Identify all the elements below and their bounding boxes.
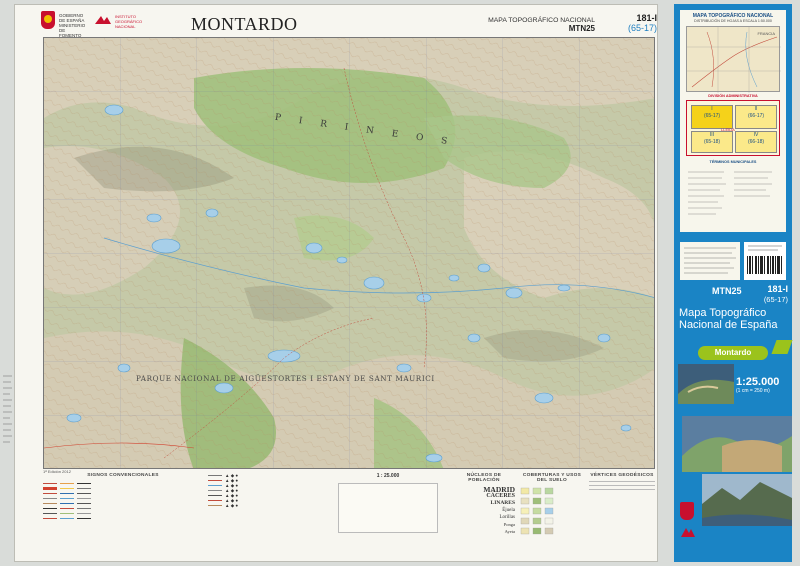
quadrant-III[interactable]: III (65-18) (691, 131, 733, 153)
city-sample: Éjuela (502, 508, 515, 513)
legend-land-cover: COBERTURAS Y USOS DEL SUELO (519, 473, 585, 561)
city-sample: LINARES (490, 500, 515, 506)
city-sample: Lorillas (499, 515, 515, 520)
quadrant-grid: I (65-17) II (66-17) III (65-18) IV (66-18) … (686, 100, 780, 156)
legend-land-cover-title: COBERTURAS Y USOS DEL SUELO (522, 473, 582, 483)
city-sample: MADRID (483, 485, 515, 494)
margin-index-list (2, 372, 14, 462)
admin-title: DIVISIÓN ADMINISTRATIVA (708, 94, 758, 98)
legend-conventional-signs: SIGNOS CONVENCIONALES (43, 473, 203, 561)
legend-geodetic: VÉRTICES GEODÉSICOS (589, 473, 655, 561)
topographic-map[interactable]: PIRINEOS PARQUE NACIONAL DE AIGÜESTORTES… (43, 37, 655, 469)
quadrant-II[interactable]: II (66-17) (735, 105, 777, 129)
publisher-text-lines (684, 247, 736, 274)
sheet-title: MONTARDO (191, 14, 298, 34)
legend-symbols: ▲ ◆ ● ▲ ◆ ● ▲ ◆ ● ▲ ◆ ● ▲ ◆ ● ▲ ◆ ● ▲ ◆ … (208, 473, 323, 561)
park-label: PARQUE NACIONAL DE AIGÜESTORTES I ESTANY… (136, 374, 435, 383)
pill-accent (771, 340, 793, 354)
barcode-lines (747, 245, 782, 274)
municipios-title: TÉRMINOS MUNICIPALES (709, 160, 757, 164)
index-subtitle: DISTRIBUCIÓN DE HOJAS A ESCALA 1:50.000 (694, 19, 772, 23)
cover-scale-sub: (1 cm = 250 m) (736, 388, 770, 394)
quadrant-I[interactable]: I (65-17) (691, 105, 733, 129)
legend-scale-block: 1 : 25.000 (328, 473, 448, 561)
legend-signs-title: SIGNOS CONVENCIONALES (87, 473, 159, 478)
sheet-grid: (65-17) (627, 23, 657, 33)
agency-text: INSTITUTO GEOGRÁFICO NACIONAL (115, 14, 143, 29)
city-sample: Ayeta (504, 529, 515, 534)
index-overview-roads (687, 27, 781, 93)
index-overview-map: FRANCIA (686, 26, 781, 93)
land-cover-swatches (520, 487, 554, 535)
ministry-logo: GOBIERNO DE ESPAÑA MINISTERIO DE FOMENTO … (41, 11, 142, 38)
legend: SIGNOS CONVENCIONALES ▲ ◆ ● ▲ ◆ ● ▲ ◆ ● … (43, 473, 655, 563)
terrain-drawing (44, 38, 654, 468)
ign-logo-icon (95, 16, 111, 24)
cover-product-title: Mapa Topográfico Nacional de España (679, 307, 778, 331)
city-sample: Ponga (503, 522, 515, 527)
publisher-box (680, 242, 740, 280)
cover-sheet-name: Montardo (698, 346, 768, 360)
city-sample: CÁCERES (486, 493, 515, 499)
cover-series-code: MTN25 (712, 286, 742, 296)
cover-scale: 1:25.000 (1 cm = 250 m) (736, 376, 780, 394)
cover-photo-satellite (678, 364, 734, 404)
legend-population: NÚCLEOS DE POBLACIÓN MADRID CÁCERES LINA… (453, 473, 515, 561)
cover-sheet-number: 181-I (767, 284, 788, 294)
sheet-code: 181-I (65-17) (613, 13, 657, 33)
barcode (744, 242, 786, 280)
ministry-text: GOBIERNO DE ESPAÑA MINISTERIO DE FOMENTO (59, 13, 86, 38)
cover-coat-of-arms-icon (680, 502, 694, 520)
map-scale: 1 : 25.000 (376, 473, 400, 479)
cover-photo-landscape (702, 474, 792, 526)
margin-list-lines (3, 375, 12, 443)
legend-population-title: NÚCLEOS DE POBLACIÓN (466, 473, 502, 483)
coat-of-arms-icon (41, 11, 55, 29)
quadrant-IV[interactable]: IV (66-18) (735, 131, 777, 153)
series-title: MAPA TOPOGRÁFICO NACIONAL MTN25 (485, 17, 595, 33)
region-label: LLEIDA (721, 127, 735, 132)
cover-ign-logo-icon (681, 528, 695, 537)
cover-sheet-grid: (65-17) (763, 295, 788, 304)
cover-panel: MAPA TOPOGRÁFICO NACIONAL DISTRIBUCIÓN D… (674, 4, 793, 562)
cover-photo-relief (682, 416, 792, 472)
municipios-list (688, 171, 772, 215)
index-map-box: MAPA TOPOGRÁFICO NACIONAL DISTRIBUCIÓN D… (680, 10, 786, 232)
legend-geodetic-title: VÉRTICES GEODÉSICOS (590, 473, 654, 478)
series-code: MTN25 (568, 24, 595, 33)
map-sheet: GOBIERNO DE ESPAÑA MINISTERIO DE FOMENTO … (14, 4, 658, 562)
country-label: FRANCIA (757, 31, 775, 36)
